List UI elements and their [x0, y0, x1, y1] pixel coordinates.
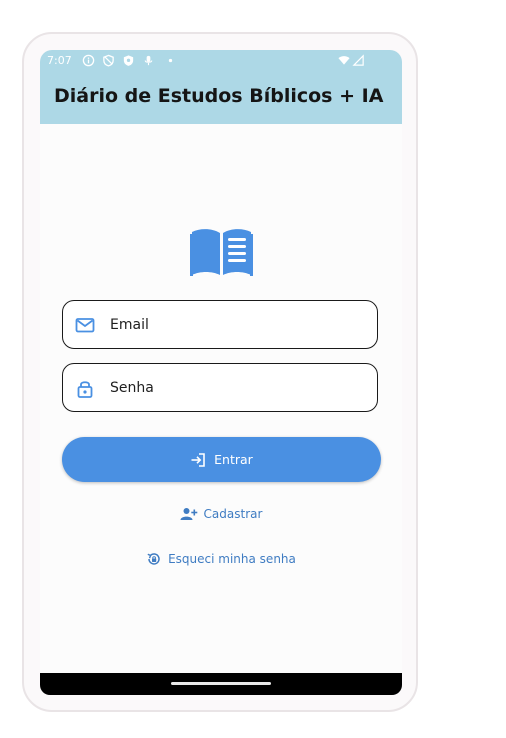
notification-dot-icon [168, 58, 173, 63]
person-add-icon [180, 508, 197, 520]
envelope-icon [75, 318, 95, 333]
login-button[interactable]: Entrar [62, 437, 381, 482]
lock-reset-icon [147, 553, 160, 565]
forgot-password-label: Esqueci minha senha [168, 552, 296, 566]
app-bar: 7:07 Diário de Estudos Bíblicos + IA [40, 50, 402, 124]
blocked-shield-icon [103, 54, 114, 67]
forgot-password-button[interactable]: Esqueci minha senha [40, 551, 402, 567]
password-field[interactable] [62, 363, 378, 412]
phone-screen: 7:07 Diário de Estudos Bíblicos + IA Ema… [40, 50, 402, 695]
email-input[interactable] [110, 313, 360, 337]
wifi-icon [338, 56, 350, 65]
lock-icon [77, 381, 93, 398]
cell-signal-icon [352, 54, 364, 66]
register-button-label: Cadastrar [203, 507, 263, 521]
open-book-icon [190, 229, 253, 276]
status-bar: 7:07 [40, 50, 402, 72]
login-button-label: Entrar [214, 452, 253, 467]
app-title: Diário de Estudos Bíblicos + IA [54, 85, 384, 107]
register-button[interactable]: Cadastrar [40, 507, 402, 521]
microphone-icon [144, 55, 153, 66]
status-time: 7:07 [47, 54, 72, 67]
home-indicator[interactable] [171, 682, 271, 685]
shield-icon [123, 55, 134, 66]
system-navigation-bar [40, 673, 402, 695]
email-field[interactable] [62, 300, 378, 349]
login-icon [191, 452, 205, 467]
password-input[interactable] [110, 376, 360, 400]
info-icon [82, 54, 95, 67]
